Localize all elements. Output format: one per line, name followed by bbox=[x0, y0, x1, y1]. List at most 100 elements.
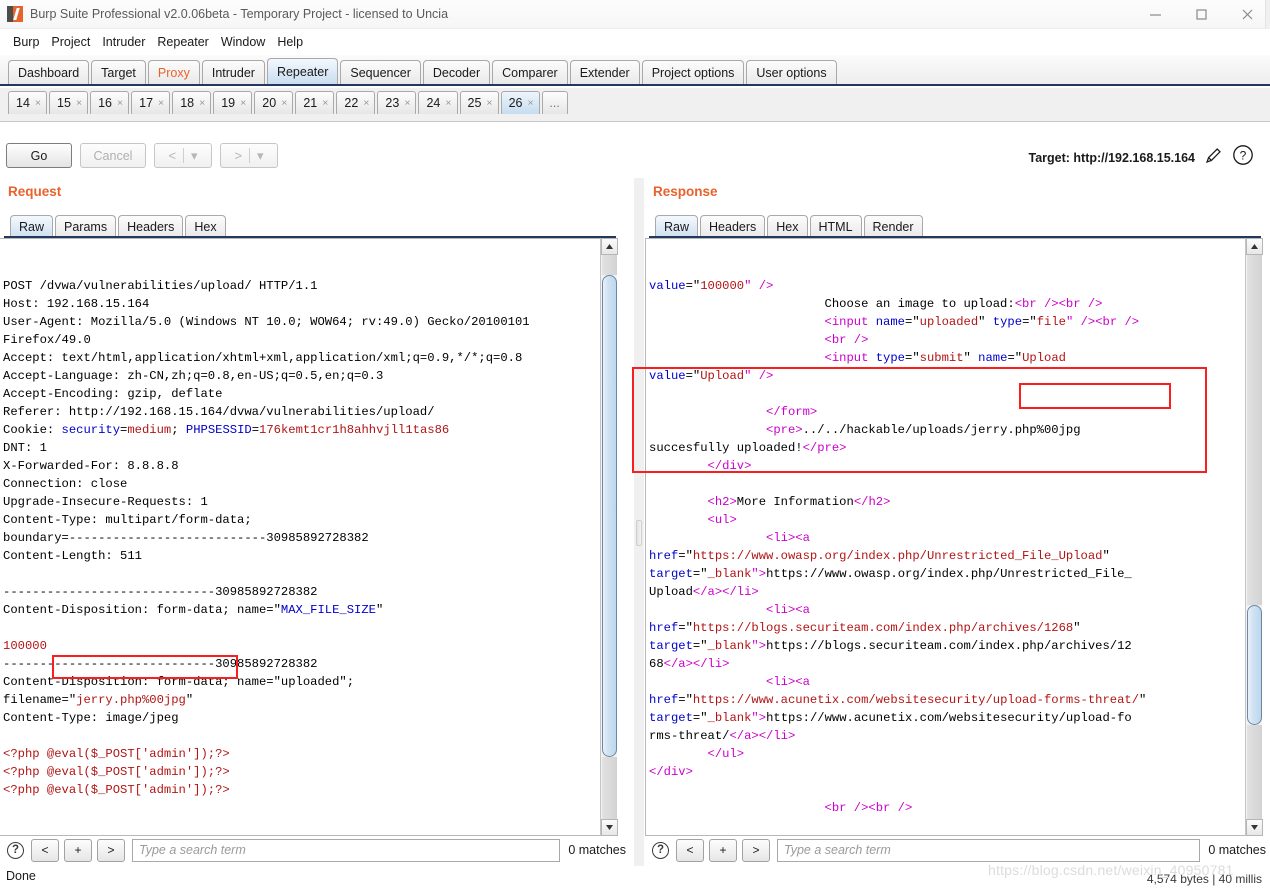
request-token: security bbox=[61, 423, 121, 437]
tab-user-options[interactable]: User options bbox=[746, 60, 837, 84]
close-icon[interactable]: × bbox=[281, 97, 287, 109]
scroll-down-icon[interactable] bbox=[1246, 819, 1263, 836]
panel-splitter-grip[interactable] bbox=[636, 520, 642, 546]
menu-item-repeater[interactable]: Repeater bbox=[151, 33, 214, 51]
response-tab-render[interactable]: Render bbox=[863, 215, 923, 237]
request-scrollbar[interactable] bbox=[600, 238, 618, 836]
minimize-icon[interactable] bbox=[1132, 0, 1178, 29]
forward-button[interactable]: > ▾ bbox=[220, 143, 278, 168]
close-icon[interactable]: × bbox=[445, 97, 451, 109]
response-token bbox=[649, 315, 825, 329]
repeater-tab-25[interactable]: 25 × bbox=[459, 91, 499, 114]
response-line: Choose an image to upload:<br /><br /> bbox=[649, 295, 1258, 313]
close-icon[interactable]: × bbox=[527, 97, 533, 109]
response-token: <br /> bbox=[1058, 297, 1103, 311]
back-button[interactable]: < ▾ bbox=[154, 143, 212, 168]
menu-item-help[interactable]: Help bbox=[271, 33, 309, 51]
menu-item-window[interactable]: Window bbox=[215, 33, 271, 51]
response-token: </h2> bbox=[853, 495, 891, 509]
response-tab-headers[interactable]: Headers bbox=[700, 215, 766, 237]
repeater-tab-26[interactable]: 26 × bbox=[500, 91, 540, 114]
close-icon[interactable]: × bbox=[199, 97, 205, 109]
close-icon[interactable]: × bbox=[363, 97, 369, 109]
repeater-tab-21[interactable]: 21 × bbox=[295, 91, 335, 114]
scroll-up-icon[interactable] bbox=[601, 238, 618, 255]
tab-intruder[interactable]: Intruder bbox=[201, 60, 265, 84]
response-metrics: 4,574 bytes | 40 millis bbox=[1146, 872, 1262, 886]
response-editor[interactable]: value="100000" /> Choose an image to upl… bbox=[645, 238, 1262, 836]
repeater-tab-15[interactable]: 15 × bbox=[49, 91, 89, 114]
menu-item-burp[interactable]: Burp bbox=[7, 33, 45, 51]
response-tab-raw[interactable]: Raw bbox=[655, 215, 699, 237]
request-tab-hex[interactable]: Hex bbox=[185, 215, 226, 237]
tab-project-options[interactable]: Project options bbox=[641, 60, 745, 84]
find-next-button[interactable]: > bbox=[742, 838, 770, 862]
question-icon[interactable]: ? bbox=[1232, 144, 1254, 171]
search-input[interactable]: Type a search term bbox=[132, 838, 561, 862]
request-line: Cookie: security=medium; PHPSESSID=176ke… bbox=[3, 421, 613, 439]
tab-dashboard[interactable]: Dashboard bbox=[8, 60, 90, 84]
search-input[interactable]: Type a search term bbox=[777, 838, 1201, 862]
close-icon[interactable]: × bbox=[404, 97, 410, 109]
response-token: <input bbox=[824, 351, 876, 365]
response-token bbox=[649, 603, 766, 617]
request-tab-headers[interactable]: Headers bbox=[118, 215, 184, 237]
pencil-icon[interactable] bbox=[1204, 146, 1223, 170]
tab-decoder[interactable]: Decoder bbox=[422, 60, 491, 84]
menu-bar: Burp Project Intruder Repeater Window Help bbox=[0, 29, 1270, 55]
menu-item-intruder[interactable]: Intruder bbox=[96, 33, 151, 51]
repeater-tab-18[interactable]: 18 × bbox=[172, 91, 212, 114]
tab-comparer[interactable]: Comparer bbox=[492, 60, 568, 84]
repeater-tab-23[interactable]: 23 × bbox=[377, 91, 417, 114]
repeater-tab-20[interactable]: 20 × bbox=[254, 91, 294, 114]
repeater-tab-16[interactable]: 16 × bbox=[90, 91, 130, 114]
menu-item-project[interactable]: Project bbox=[45, 33, 96, 51]
find-prev-button[interactable]: < bbox=[31, 838, 59, 862]
response-scrollbar[interactable] bbox=[1245, 238, 1263, 836]
response-line: target="_blank">https://blogs.securiteam… bbox=[649, 637, 1258, 655]
close-icon[interactable]: × bbox=[322, 97, 328, 109]
repeater-tab-24[interactable]: 24 × bbox=[418, 91, 458, 114]
find-next-button[interactable]: > bbox=[97, 838, 125, 862]
forward-arrow-icon: > bbox=[234, 148, 243, 163]
close-icon[interactable]: × bbox=[76, 97, 82, 109]
close-icon[interactable]: × bbox=[240, 97, 246, 109]
tab-sequencer[interactable]: Sequencer bbox=[340, 60, 421, 84]
response-tab-html[interactable]: HTML bbox=[809, 215, 862, 237]
find-prev-button[interactable]: < bbox=[676, 838, 704, 862]
scroll-up-icon[interactable] bbox=[1246, 238, 1263, 255]
tab-proxy[interactable]: Proxy bbox=[147, 60, 200, 84]
repeater-tab-22[interactable]: 22 × bbox=[336, 91, 376, 114]
request-editor[interactable]: POST /dvwa/vulnerabilities/upload/ HTTP/… bbox=[0, 238, 617, 836]
divider bbox=[183, 148, 185, 163]
question-icon[interactable]: ? bbox=[7, 841, 24, 859]
go-button[interactable]: Go bbox=[6, 143, 72, 168]
close-icon[interactable] bbox=[1224, 0, 1270, 29]
find-add-button[interactable]: + bbox=[64, 838, 92, 862]
tab-repeater[interactable]: Repeater bbox=[266, 58, 339, 84]
response-token: https://blogs.securiteam.com/index.php/a… bbox=[766, 639, 1132, 653]
close-icon[interactable]: × bbox=[117, 97, 123, 109]
tab-extender[interactable]: Extender bbox=[569, 60, 640, 84]
repeater-tab-17[interactable]: 17 × bbox=[131, 91, 171, 114]
find-add-button[interactable]: + bbox=[709, 838, 737, 862]
close-icon[interactable]: × bbox=[35, 97, 41, 109]
request-tab-params[interactable]: Params bbox=[55, 215, 117, 237]
question-icon[interactable]: ? bbox=[652, 841, 669, 859]
response-token: </li> bbox=[722, 585, 759, 599]
close-icon[interactable]: × bbox=[158, 97, 164, 109]
cancel-button[interactable]: Cancel bbox=[80, 143, 146, 168]
repeater-tab-overflow[interactable]: ... bbox=[541, 91, 568, 114]
request-tab-raw[interactable]: Raw bbox=[10, 215, 54, 237]
response-tab-hex[interactable]: Hex bbox=[767, 215, 808, 237]
maximize-icon[interactable] bbox=[1178, 0, 1224, 29]
repeater-tab-19[interactable]: 19 × bbox=[213, 91, 253, 114]
scroll-down-icon[interactable] bbox=[601, 819, 618, 836]
repeater-tab-14[interactable]: 14 × bbox=[8, 91, 48, 114]
repeater-tab-label: 24 bbox=[426, 96, 441, 110]
response-token bbox=[649, 675, 766, 689]
tab-target[interactable]: Target bbox=[91, 60, 146, 84]
response-scroll-thumb[interactable] bbox=[1247, 605, 1262, 725]
close-icon[interactable]: × bbox=[486, 97, 492, 109]
request-scroll-thumb[interactable] bbox=[602, 275, 617, 757]
